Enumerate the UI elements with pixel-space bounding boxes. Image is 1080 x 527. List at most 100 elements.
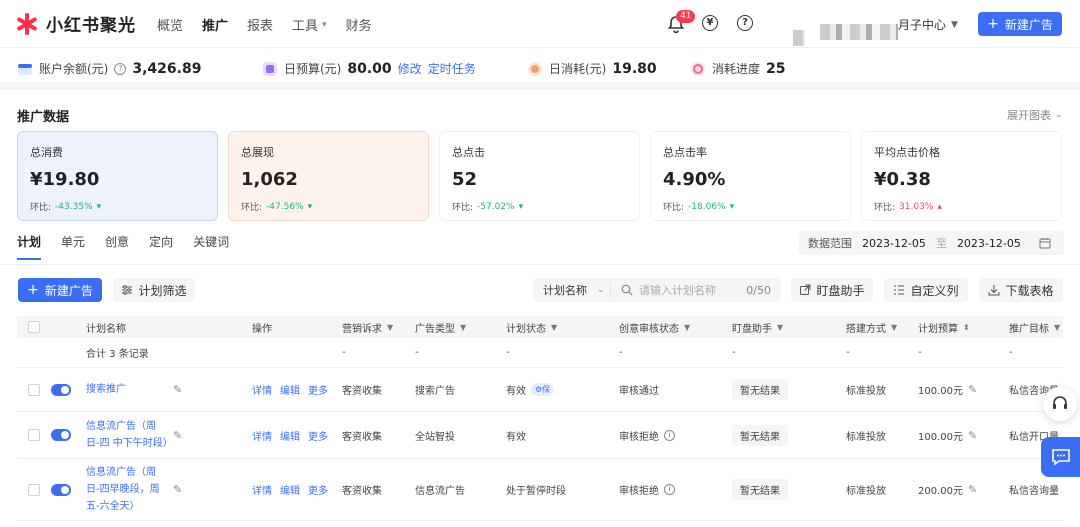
headset-icon — [1053, 396, 1067, 409]
metric-value: 1,062 — [241, 169, 298, 190]
tab-unit[interactable]: 单元 — [61, 233, 85, 260]
tab-creative[interactable]: 创意 — [105, 233, 129, 260]
level-tabs: 计划 单元 创意 定向 关键词 — [17, 233, 229, 260]
sort-icon[interactable]: ⬍ — [963, 323, 970, 332]
nav-item-overview[interactable]: 概览 — [157, 15, 183, 34]
tab-targeting[interactable]: 定向 — [149, 233, 173, 260]
watch-assistant-button[interactable]: 盯盘助手 — [791, 278, 873, 302]
col-marketing-goal[interactable]: 营销诉求 ▼ — [342, 320, 415, 335]
edit-icon[interactable]: ✎ — [173, 483, 182, 496]
edit-icon[interactable]: ✎ — [173, 429, 182, 442]
col-ad-type[interactable]: 广告类型 ▼ — [415, 320, 506, 335]
filter-icon[interactable]: ▼ — [460, 323, 466, 332]
user-center-menu[interactable]: 月子中心 ▼ — [898, 16, 958, 33]
customer-support-button[interactable] — [1043, 387, 1077, 421]
edit-link[interactable]: 编辑 — [280, 482, 300, 497]
chevron-down-icon: ▾ — [322, 19, 327, 30]
new-ad-button[interactable]: + 新建广告 — [18, 278, 102, 302]
col-creative-audit[interactable]: 创意审核状态 ▼ — [619, 320, 732, 335]
compare-label: 环比: — [874, 203, 896, 213]
tab-plan[interactable]: 计划 — [17, 233, 42, 260]
col-plan-budget[interactable]: 计划预算 ⬍ — [918, 320, 1009, 335]
row-budget: 100.00元 — [918, 386, 963, 397]
new-ad-button-top[interactable]: + 新建广告 — [978, 12, 1062, 36]
edit-link[interactable]: 编辑 — [280, 382, 300, 397]
scheduled-task-link[interactable]: 定时任务 — [428, 60, 476, 77]
table-row[interactable]: 信息流广告（周日-四 中下午时段） ✎ 详情 编辑 更多 客资收集 全站智投 有效 审… — [17, 412, 1063, 459]
row-checkbox[interactable] — [28, 383, 40, 396]
row-budget-cell: 100.00元 ✎ — [918, 382, 1009, 397]
edit-icon[interactable]: ✎ — [968, 429, 977, 442]
plan-enable-toggle[interactable] — [51, 429, 71, 441]
daily-budget-value: 80.00 — [347, 60, 392, 77]
col-plan-status[interactable]: 计划状态 ▼ — [506, 320, 619, 335]
row-checkbox[interactable] — [28, 483, 40, 496]
detail-link[interactable]: 详情 — [252, 428, 272, 443]
row-checkbox[interactable] — [28, 429, 40, 441]
plan-name-link[interactable]: 信息流广告（周日-四 中下午时段） — [86, 418, 173, 452]
metric-card-clicks[interactable]: 总点击 52 环比: -57.02% ▾ — [439, 131, 640, 221]
info-icon[interactable]: i — [664, 429, 675, 441]
yuan-icon[interactable]: ¥ — [702, 15, 718, 31]
calendar-icon — [1039, 238, 1051, 249]
table-row[interactable]: 信息流广告（周日-四早晚段，周五-六全天） ✎ 详情 编辑 更多 客资收集 信息流广告… — [17, 459, 1063, 521]
search-input[interactable]: 请输入计划名称 — [611, 282, 746, 298]
brand-logo[interactable]: 小红书聚光 — [16, 11, 136, 36]
filter-icon[interactable]: ▼ — [777, 323, 783, 332]
nav-item-promotion[interactable]: 推广 — [202, 15, 228, 34]
help-circle-icon[interactable]: ? — [114, 62, 127, 75]
filter-icon[interactable]: ▼ — [684, 323, 690, 332]
spend-icon — [528, 61, 542, 76]
plan-enable-toggle[interactable] — [51, 483, 71, 496]
edit-budget-link[interactable]: 修改 — [398, 60, 422, 77]
row-bid: 标准投放 — [846, 486, 886, 497]
more-link[interactable]: 更多 — [308, 482, 328, 497]
metric-change: 31.03% — [899, 201, 934, 212]
chat-button[interactable] — [1041, 437, 1080, 477]
row-budget-cell: 200.00元 ✎ — [918, 482, 1009, 497]
search-char-count: 0/50 — [746, 283, 771, 297]
nav-item-finance[interactable]: 财务 — [346, 15, 372, 34]
edit-icon[interactable]: ✎ — [968, 383, 977, 396]
search-field-select[interactable]: 计划名称 ⌄ — [533, 283, 611, 297]
filter-icon[interactable]: ▼ — [1054, 323, 1060, 332]
daily-spend-value: 19.80 — [612, 60, 657, 77]
metric-card-avg-cpc[interactable]: 平均点击价格 ¥0.38 环比: 31.03% ▴ — [861, 131, 1062, 221]
plan-name-link[interactable]: 信息流广告（周日-四早晚段，周五-六全天） — [86, 464, 168, 515]
edit-icon[interactable]: ✎ — [968, 483, 977, 496]
info-icon[interactable]: i — [664, 484, 675, 495]
metric-card-impressions[interactable]: 总展现 1,062 环比: -47.56% ▾ — [228, 131, 429, 221]
total-bid: - — [846, 347, 850, 358]
detail-link[interactable]: 详情 — [252, 482, 272, 497]
col-build-method[interactable]: 搭建方式 ▼ — [846, 320, 918, 335]
col-promo-target[interactable]: 推广目标 ▼ — [1009, 320, 1063, 335]
tab-keywords[interactable]: 关键词 — [193, 233, 229, 260]
edit-icon[interactable]: ✎ — [173, 383, 182, 396]
select-all-checkbox[interactable] — [28, 321, 40, 333]
table-row[interactable]: 搜索推广 ✎ 详情 编辑 更多 客资收集 搜索广告 有效 ⚙保 审核通过 暂无结果 标准… — [17, 368, 1063, 412]
metric-card-ctr[interactable]: 总点击率 4.90% 环比: -18.06% ▾ — [650, 131, 851, 221]
plan-name-link[interactable]: 搜索推广 — [86, 381, 168, 398]
metric-compare: 环比: -57.02% ▾ — [452, 200, 627, 214]
edit-link[interactable]: 编辑 — [280, 428, 300, 443]
col-plan-status-label: 计划状态 — [506, 323, 546, 335]
plan-filter-button[interactable]: 计划筛选 — [113, 278, 195, 302]
more-link[interactable]: 更多 — [308, 382, 328, 397]
filter-icon[interactable]: ▼ — [387, 323, 393, 332]
help-icon[interactable]: ? — [737, 15, 753, 31]
filter-icon[interactable]: ▼ — [891, 323, 897, 332]
nav-item-tools[interactable]: 工具 ▾ — [292, 15, 327, 34]
metric-card-total-spend[interactable]: 总消费 ¥19.80 环比: -43.35% ▾ — [17, 131, 218, 221]
expand-chart-toggle[interactable]: 展开图表 ⌄ — [1007, 107, 1063, 123]
plan-enable-toggle[interactable] — [51, 383, 71, 396]
date-range-picker[interactable]: 数据范围 2023-12-05 至 2023-12-05 — [799, 231, 1064, 255]
row-status: 有效 — [506, 431, 526, 443]
nav-item-reports[interactable]: 报表 — [247, 15, 273, 34]
download-table-button[interactable]: 下载表格 — [979, 278, 1063, 302]
more-link[interactable]: 更多 — [308, 428, 328, 443]
custom-columns-button[interactable]: 自定义列 — [884, 278, 968, 302]
filter-icon[interactable]: ▼ — [551, 323, 557, 332]
status-chip-text: 保 — [542, 385, 551, 394]
col-watch-assistant[interactable]: 盯盘助手 ▼ — [732, 320, 846, 335]
detail-link[interactable]: 详情 — [252, 382, 272, 397]
